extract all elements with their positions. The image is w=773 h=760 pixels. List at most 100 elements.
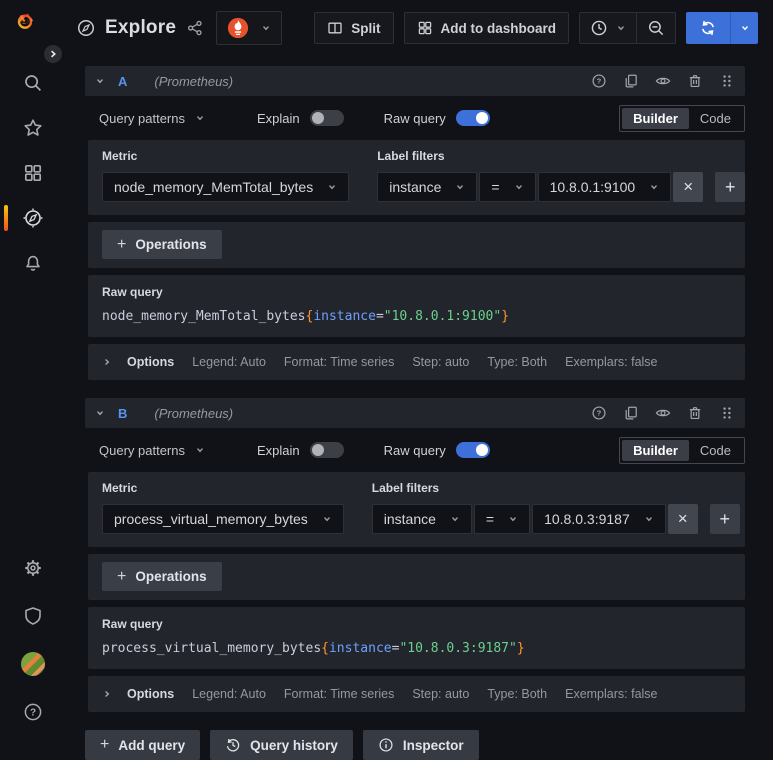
add-filter-button[interactable]: + (715, 172, 746, 202)
sidebar-item-alerting[interactable] (0, 240, 66, 285)
share-icon[interactable] (187, 20, 203, 36)
builder-mode-button[interactable]: Builder (622, 439, 689, 461)
query-patterns-label: Query patterns (99, 442, 185, 458)
options-toggle[interactable]: Options (127, 355, 174, 369)
grafana-logo-icon[interactable] (15, 11, 45, 41)
operator-value: = (485, 511, 495, 527)
query-patterns-dropdown[interactable]: Query patterns (99, 443, 205, 458)
inspector-button[interactable]: Inspector (362, 730, 479, 760)
datasource-picker[interactable] (216, 11, 283, 45)
refresh-icon (686, 12, 730, 44)
duplicate-query-icon[interactable] (623, 73, 639, 89)
gear-icon (23, 558, 43, 578)
raw-query-toggle[interactable] (455, 442, 490, 458)
query-row-header-a[interactable]: A (Prometheus) ? (85, 66, 745, 96)
page-title: Explore (105, 17, 177, 38)
builder-mode-button[interactable]: Builder (622, 107, 689, 129)
add-query-button[interactable]: + Add query (85, 730, 201, 760)
dashboards-grid-icon (23, 163, 43, 183)
label-name-value: instance (389, 179, 442, 195)
drag-handle-icon[interactable] (719, 405, 735, 421)
metric-filters-card-b: Metric process_virtual_memory_bytes Labe… (88, 472, 745, 547)
code-mode-button[interactable]: Code (689, 440, 742, 461)
chevron-down-icon (616, 23, 626, 33)
label-value-select[interactable]: 10.8.0.3:9187 (532, 504, 666, 534)
add-operation-button[interactable]: + Operations (102, 562, 222, 591)
options-expand-chevron-icon[interactable] (102, 689, 112, 699)
query-history-button[interactable]: Query history (210, 730, 353, 760)
split-label: Split (351, 20, 381, 36)
disable-query-eye-icon[interactable] (655, 73, 671, 89)
add-operation-button[interactable]: + Operations (102, 230, 222, 259)
help-icon[interactable]: ? (591, 405, 607, 421)
sidebar-item-server-admin[interactable] (0, 592, 66, 640)
remove-query-trash-icon[interactable] (687, 73, 703, 89)
query-toolbar-b: Query patterns Explain Raw query Builder… (87, 436, 745, 464)
info-circle-icon (378, 737, 394, 753)
label-name-select[interactable]: instance (371, 504, 472, 534)
operator-select[interactable]: = (473, 504, 531, 534)
sidebar-item-settings[interactable] (0, 544, 66, 592)
add-filter-button[interactable]: + (709, 504, 740, 534)
remove-filter-button[interactable]: × (673, 172, 704, 202)
chevron-down-icon (261, 23, 271, 33)
query-row-actions: ? (591, 73, 735, 89)
search-icon (23, 73, 43, 93)
sidebar-expand-button[interactable] (42, 43, 64, 65)
secondary-actions: + Add query Query history Inspector (85, 730, 745, 760)
explain-toggle[interactable] (309, 442, 344, 458)
query-patterns-dropdown[interactable]: Query patterns (99, 111, 205, 126)
raw-query-label: Raw query (383, 442, 446, 458)
metric-value: node_memory_MemTotal_bytes (114, 179, 314, 195)
plus-icon: + (117, 567, 127, 585)
metric-label: Metric (102, 481, 138, 495)
sidebar-item-starred[interactable] (0, 105, 66, 150)
sidebar-item-explore[interactable] (0, 195, 66, 240)
duplicate-query-icon[interactable] (623, 405, 639, 421)
label-filters-label: Label filters (377, 149, 445, 163)
split-button[interactable]: Split (314, 12, 394, 44)
options-expand-chevron-icon[interactable] (102, 357, 112, 367)
options-legend: Legend: Auto (192, 687, 266, 701)
code-mode-button[interactable]: Code (689, 108, 742, 129)
raw-query-toggle[interactable] (455, 110, 490, 126)
time-controls (579, 12, 676, 44)
refresh-interval-dropdown[interactable] (730, 12, 758, 44)
raw-query-title: Raw query (102, 285, 163, 299)
options-format: Format: Time series (283, 687, 395, 701)
label-name-value: instance (383, 511, 436, 527)
label-name-select[interactable]: instance (377, 172, 478, 202)
label-value: 10.8.0.3:9187 (544, 511, 630, 527)
add-to-dashboard-button[interactable]: Add to dashboard (403, 12, 569, 44)
metric-select[interactable]: node_memory_MemTotal_bytes (102, 172, 350, 202)
explain-toggle[interactable] (309, 110, 344, 126)
options-card-b: Options Legend: Auto Format: Time series… (88, 676, 745, 712)
sidebar-item-dashboards[interactable] (0, 150, 66, 195)
collapse-chevron-icon[interactable] (95, 76, 105, 86)
sidebar-item-search[interactable] (0, 60, 66, 105)
run-query-button[interactable] (686, 12, 758, 44)
options-type: Type: Both (487, 687, 548, 701)
collapse-chevron-icon[interactable] (95, 408, 105, 418)
options-toggle[interactable]: Options (127, 687, 174, 701)
label-value-select[interactable]: 10.8.0.1:9100 (537, 172, 672, 202)
disable-query-eye-icon[interactable] (655, 405, 671, 421)
explain-label: Explain (257, 110, 300, 126)
remove-query-trash-icon[interactable] (687, 405, 703, 421)
label-filters-label: Label filters (371, 481, 440, 495)
help-icon[interactable]: ? (591, 73, 607, 89)
remove-filter-button[interactable]: × (667, 504, 698, 534)
drag-handle-icon[interactable] (719, 73, 735, 89)
time-picker-button[interactable] (580, 13, 636, 43)
editor-mode-switcher: Builder Code (619, 104, 745, 132)
query-row-header-b[interactable]: B (Prometheus) ? (85, 398, 745, 428)
sidebar-item-help[interactable]: ? (0, 688, 66, 736)
datasource-hint: (Prometheus) (154, 73, 234, 89)
zoom-out-button[interactable] (637, 13, 675, 43)
query-patterns-label: Query patterns (99, 110, 185, 126)
datasource-hint: (Prometheus) (154, 405, 234, 421)
plus-icon: + (100, 736, 110, 753)
metric-select[interactable]: process_virtual_memory_bytes (102, 504, 344, 534)
sidebar-item-profile[interactable] (0, 640, 66, 688)
operator-select[interactable]: = (479, 172, 536, 202)
